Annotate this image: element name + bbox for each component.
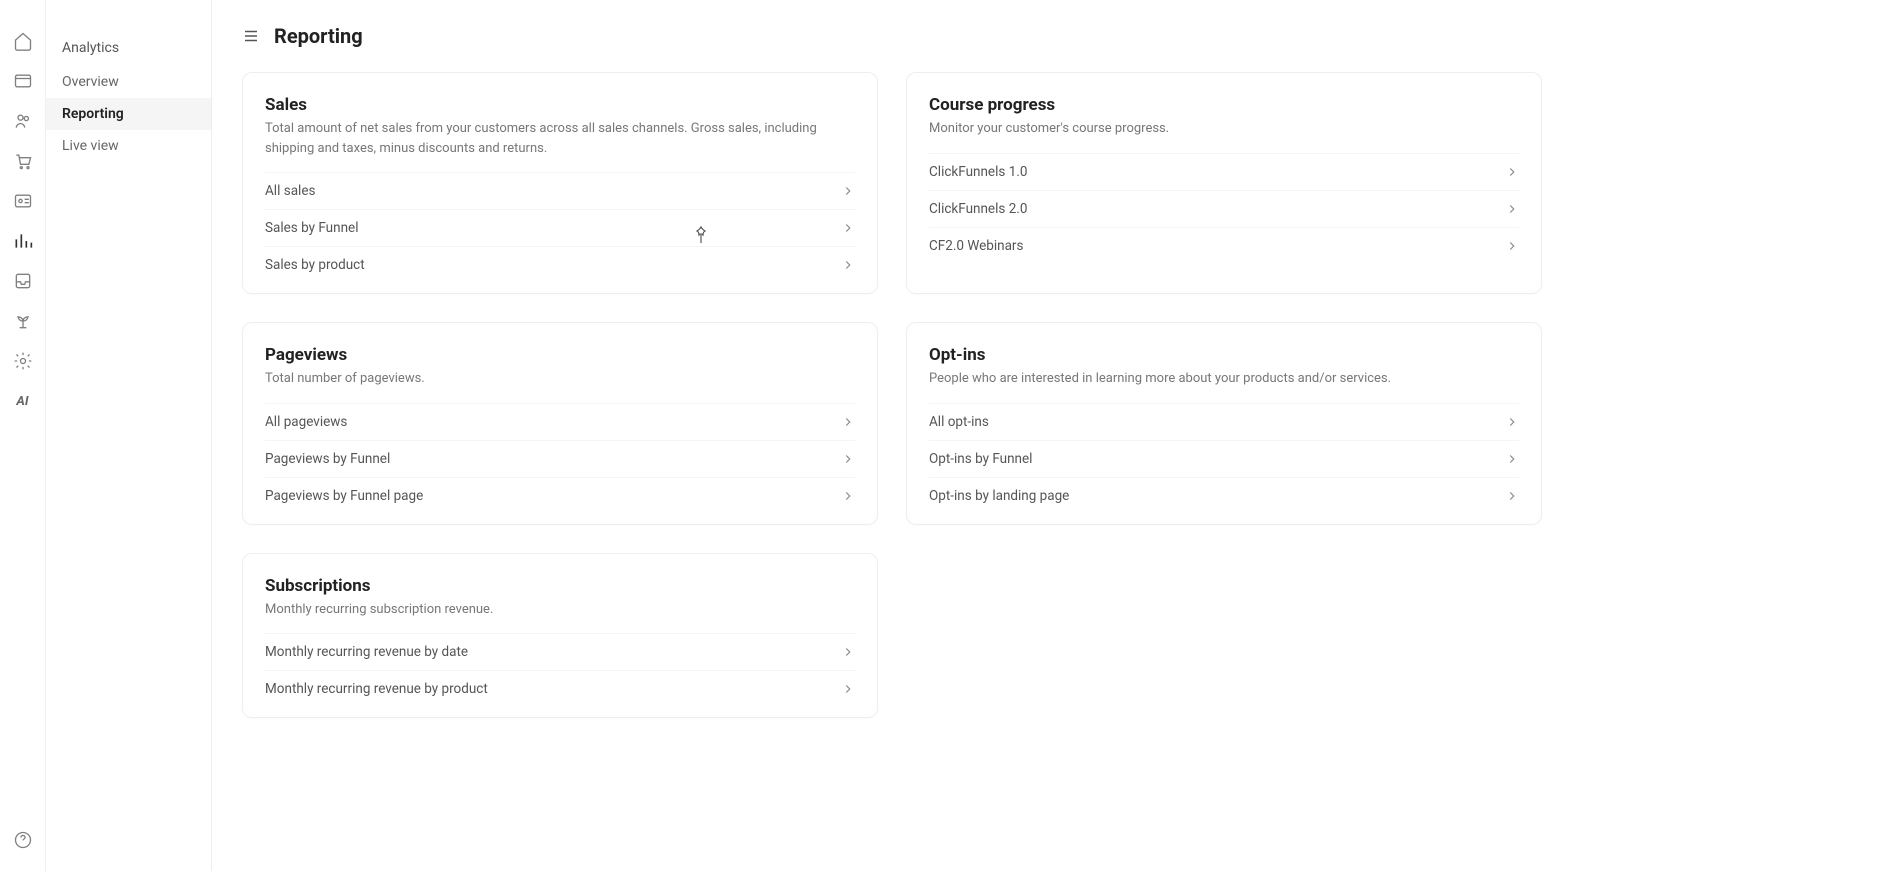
sidebar-title: Analytics	[46, 30, 211, 66]
card-desc: People who are interested in learning mo…	[929, 369, 1519, 389]
main-content: Reporting Sales Total amount of net sale…	[212, 0, 1894, 871]
chevron-right-icon	[841, 452, 855, 466]
page-header: Reporting	[242, 24, 1864, 48]
chevron-right-icon	[841, 221, 855, 235]
card-title: Opt-ins	[929, 345, 1519, 365]
row-sales-by-product[interactable]: Sales by product	[265, 246, 855, 283]
row-label: Pageviews by Funnel	[265, 451, 390, 467]
ai-icon[interactable]: AI	[12, 390, 34, 412]
row-label: Opt-ins by Funnel	[929, 451, 1032, 467]
row-label: Monthly recurring revenue by product	[265, 681, 488, 697]
people-icon[interactable]	[12, 110, 34, 132]
row-sales-by-funnel[interactable]: Sales by Funnel	[265, 209, 855, 246]
home-icon[interactable]	[12, 30, 34, 52]
row-label: All sales	[265, 183, 315, 199]
row-pageviews-by-funnel[interactable]: Pageviews by Funnel	[265, 440, 855, 477]
id-card-icon[interactable]	[12, 190, 34, 212]
card-desc: Monitor your customer's course progress.	[929, 119, 1519, 139]
card-title: Course progress	[929, 95, 1519, 115]
icon-rail: AI	[0, 0, 46, 871]
row-clickfunnels-1[interactable]: ClickFunnels 1.0	[929, 153, 1519, 190]
row-all-pageviews[interactable]: All pageviews	[265, 403, 855, 440]
row-optins-by-landing-page[interactable]: Opt-ins by landing page	[929, 477, 1519, 514]
card-subscriptions: Subscriptions Monthly recurring subscrip…	[242, 553, 878, 719]
cart-icon[interactable]	[12, 150, 34, 172]
row-label: ClickFunnels 2.0	[929, 201, 1027, 217]
window-icon[interactable]	[12, 70, 34, 92]
row-label: CF2.0 Webinars	[929, 238, 1023, 254]
row-cf2-webinars[interactable]: CF2.0 Webinars	[929, 227, 1519, 264]
row-all-sales[interactable]: All sales	[265, 172, 855, 209]
card-title: Subscriptions	[265, 576, 855, 596]
row-all-optins[interactable]: All opt-ins	[929, 403, 1519, 440]
card-desc: Monthly recurring subscription revenue.	[265, 600, 855, 620]
chevron-right-icon	[841, 645, 855, 659]
chevron-right-icon	[1505, 489, 1519, 503]
analytics-icon[interactable]	[12, 230, 34, 252]
card-course-progress: Course progress Monitor your customer's …	[906, 72, 1542, 294]
sidebar: Analytics Overview Reporting Live view	[46, 0, 212, 871]
card-desc: Total number of pageviews.	[265, 369, 855, 389]
card-pageviews: Pageviews Total number of pageviews. All…	[242, 322, 878, 525]
chevron-right-icon	[1505, 452, 1519, 466]
chevron-right-icon	[1505, 239, 1519, 253]
chevron-right-icon	[841, 415, 855, 429]
sidebar-item-liveview[interactable]: Live view	[46, 130, 211, 162]
help-icon[interactable]	[12, 829, 34, 851]
row-label: ClickFunnels 1.0	[929, 164, 1027, 180]
row-label: Pageviews by Funnel page	[265, 488, 423, 504]
row-label: Sales by product	[265, 257, 365, 273]
row-label: Opt-ins by landing page	[929, 488, 1069, 504]
card-desc: Total amount of net sales from your cust…	[265, 119, 855, 158]
card-sales: Sales Total amount of net sales from you…	[242, 72, 878, 294]
row-mrr-by-date[interactable]: Monthly recurring revenue by date	[265, 633, 855, 670]
chevron-right-icon	[841, 489, 855, 503]
chevron-right-icon	[1505, 202, 1519, 216]
sidebar-item-overview[interactable]: Overview	[46, 66, 211, 98]
chevron-right-icon	[841, 258, 855, 272]
row-clickfunnels-2[interactable]: ClickFunnels 2.0	[929, 190, 1519, 227]
row-label: Monthly recurring revenue by date	[265, 644, 468, 660]
inbox-icon[interactable]	[12, 270, 34, 292]
row-label: Sales by Funnel	[265, 220, 358, 236]
chevron-right-icon	[841, 184, 855, 198]
plant-icon[interactable]	[12, 310, 34, 332]
card-title: Pageviews	[265, 345, 855, 365]
sidebar-item-reporting[interactable]: Reporting	[46, 98, 211, 130]
hamburger-icon[interactable]	[242, 27, 260, 45]
page-title: Reporting	[274, 24, 363, 48]
chevron-right-icon	[1505, 415, 1519, 429]
row-label: All pageviews	[265, 414, 347, 430]
row-pageviews-by-funnel-page[interactable]: Pageviews by Funnel page	[265, 477, 855, 514]
row-optins-by-funnel[interactable]: Opt-ins by Funnel	[929, 440, 1519, 477]
chevron-right-icon	[1505, 165, 1519, 179]
row-label: All opt-ins	[929, 414, 989, 430]
card-optins: Opt-ins People who are interested in lea…	[906, 322, 1542, 525]
chevron-right-icon	[841, 682, 855, 696]
card-title: Sales	[265, 95, 855, 115]
gear-icon[interactable]	[12, 350, 34, 372]
row-mrr-by-product[interactable]: Monthly recurring revenue by product	[265, 670, 855, 707]
